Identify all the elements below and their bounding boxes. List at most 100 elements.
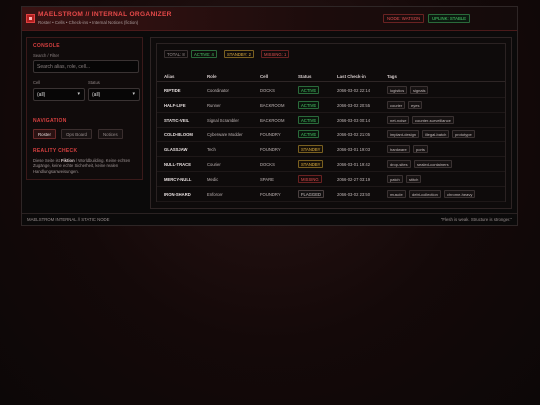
footer-left: MAELSTROM INTERNAL // STATIC NODE	[27, 217, 110, 222]
status-badge: FLAGGED	[298, 189, 325, 198]
last-checkin-cell: 2066-03-02 22:14	[337, 88, 371, 93]
table-row[interactable]: COLD-BLOOM Cyberware Modder FOUNDRY ACTIVE 2…	[157, 127, 505, 143]
logo-icon	[26, 14, 35, 23]
cell-name-cell: FOUNDRY	[260, 132, 281, 138]
tag-chip: logistics	[387, 86, 408, 94]
cell-select[interactable]: (all) ▾	[33, 88, 85, 101]
sidebar: CONSOLE Search / Filter Cell Status (all…	[26, 37, 143, 180]
status-select-value: (all)	[92, 92, 101, 98]
role-cell: Coordinator	[207, 88, 229, 93]
alias-cell: GLASSJAW	[164, 147, 188, 153]
table-row[interactable]: NULL-TRACE Courier DOCKS STANDBY 2066-03-01 …	[157, 157, 505, 172]
alias-cell: RIPTIDE	[164, 88, 181, 93]
footer-quote: "Flesh is weak. Structure is stronger."	[440, 217, 512, 222]
role-cell: Enforcer	[207, 191, 223, 197]
navigation-title: NAVIGATION	[33, 118, 67, 124]
active-count-badge: ACTIVE: 4	[191, 50, 217, 58]
nav-ops-board[interactable]: Ops Board	[61, 129, 92, 139]
status-badge: ACTIVE	[298, 100, 320, 109]
tag-chip: implant-design	[387, 130, 420, 139]
last-checkin-cell: 2066-03-02 23:50	[337, 191, 371, 197]
tag-chip: muscle	[387, 189, 406, 198]
last-checkin-cell: 2066-03-02 20:55	[337, 102, 371, 108]
tag-chip: courier	[387, 100, 406, 109]
status-badge: ACTIVE	[298, 86, 320, 94]
roster-table-container: TOTAL: 8 ACTIVE: 4 STANDBY: 2 MISSING: 1…	[156, 43, 506, 202]
cell-label: Cell	[33, 80, 41, 85]
column-header-status[interactable]: Status	[298, 74, 311, 79]
last-checkin-cell: 2066-03-02 21:05	[337, 132, 371, 138]
roster-panel: TOTAL: 8 ACTIVE: 4 STANDBY: 2 MISSING: 1…	[150, 37, 512, 209]
nav-roster[interactable]: Roster	[33, 129, 56, 139]
tag-chip: eyes	[408, 100, 423, 109]
reality-text-pre: Diese Seite ist	[33, 158, 61, 163]
top-bar: MAELSTROM // INTERNAL ORGANIZER Roster •…	[22, 7, 517, 31]
cell-name-cell: DOCKS	[260, 88, 275, 93]
console-title: CONSOLE	[33, 43, 60, 49]
column-header-tags[interactable]: Tags	[387, 74, 397, 79]
tag-chip: hardware	[387, 145, 410, 154]
chevron-down-icon: ▾	[77, 91, 80, 97]
column-header-role[interactable]: Role	[207, 74, 217, 79]
table-row[interactable]: RIPTIDE Coordinator DOCKS ACTIVE 2066-03-02 …	[157, 83, 505, 98]
alias-cell: STATIC-VEIL	[164, 117, 190, 123]
chevron-down-icon: ▾	[132, 91, 135, 97]
alias-cell: NULL-TRACE	[164, 162, 191, 167]
role-cell: Courier	[207, 162, 221, 167]
tag-chip: net-noise	[387, 115, 410, 124]
table-row[interactable]: STATIC-VEIL Signal Scrambler BACKROOM ACTIV…	[157, 113, 505, 128]
table-header: Alias Role Cell Status Last Check-in Tag…	[157, 72, 505, 82]
role-cell: Cyberware Modder	[207, 132, 243, 138]
alias-cell: COLD-BLOOM	[164, 132, 193, 138]
cell-name-cell: DOCKS	[260, 162, 275, 167]
last-checkin-cell: 2066-03-01 19:42	[337, 162, 371, 167]
cell-name-cell: FOUNDRY	[260, 191, 281, 197]
tag-chip: debt-collection	[409, 189, 441, 198]
table-row[interactable]: IRON-SHARD Enforcer FOUNDRY FLAGGED 2066-03-…	[157, 187, 505, 202]
tag-chip: counter-surveillance	[412, 115, 454, 124]
missing-count-badge: MISSING: 1	[261, 50, 290, 58]
alias-cell: MERCY-NULL	[164, 176, 192, 182]
search-label: Search / Filter	[33, 53, 60, 58]
last-checkin-cell: 2066-02-27 03:19	[337, 176, 371, 182]
reality-check-title: REALITY CHECK	[33, 148, 78, 154]
table-row[interactable]: MERCY-NULL Medic SPARE MISSING 2066-02-27 03…	[157, 172, 505, 187]
status-badge: ACTIVE	[298, 115, 320, 124]
status-badge: STANDBY	[298, 145, 324, 154]
status-badge: STANDBY	[298, 160, 324, 168]
last-checkin-cell: 2066-03-01 19:03	[337, 147, 371, 153]
total-count-badge: TOTAL: 8	[164, 50, 188, 58]
status-select[interactable]: (all) ▾	[88, 88, 140, 101]
status-badge: ACTIVE	[298, 130, 320, 139]
reality-check-text: Diese Seite ist Fiktion / Worldbuilding.…	[33, 158, 141, 174]
role-cell: Tech	[207, 147, 216, 153]
cell-name-cell: BACKROOM	[260, 117, 285, 123]
tag-chip: signals	[410, 86, 429, 94]
tag-chip: patch	[387, 174, 403, 183]
standby-count-badge: STANDBY: 2	[224, 50, 254, 58]
uplink-badge: UPLINK: STABLE	[428, 14, 471, 23]
cell-select-value: (all)	[37, 92, 46, 98]
nav-notices[interactable]: Notices	[98, 129, 123, 139]
node-badge: NODE: WATSON	[383, 14, 425, 23]
app-title: MAELSTROM // INTERNAL ORGANIZER	[38, 11, 172, 18]
footer: MAELSTROM INTERNAL // STATIC NODE "Flesh…	[22, 213, 517, 226]
role-cell: Medic	[207, 176, 219, 182]
column-header-alias[interactable]: Alias	[164, 74, 175, 79]
column-header-last-checkin[interactable]: Last Check-in	[337, 74, 366, 79]
tag-chip: ports	[413, 145, 428, 154]
search-input[interactable]	[33, 60, 139, 73]
role-cell: Runner	[207, 102, 221, 108]
app-window: MAELSTROM // INTERNAL ORGANIZER Roster •…	[21, 6, 518, 226]
table-row[interactable]: HALF-LIFE Runner BACKROOM ACTIVE 2066-03-02 …	[157, 98, 505, 113]
cell-name-cell: BACKROOM	[260, 102, 285, 108]
tag-chip: prototype	[452, 130, 475, 139]
last-checkin-cell: 2066-03-03 00:14	[337, 117, 371, 123]
reality-text-bold: Fiktion	[60, 158, 75, 163]
status-label: Status	[88, 80, 100, 85]
column-header-cell[interactable]: Cell	[260, 74, 268, 79]
tag-chip: illegal-batch	[422, 130, 450, 139]
table-row[interactable]: GLASSJAW Tech FOUNDRY STANDBY 2066-03-01 19:…	[157, 142, 505, 158]
status-badge: MISSING	[298, 174, 322, 183]
tag-chip: sealed-containers	[414, 160, 452, 168]
